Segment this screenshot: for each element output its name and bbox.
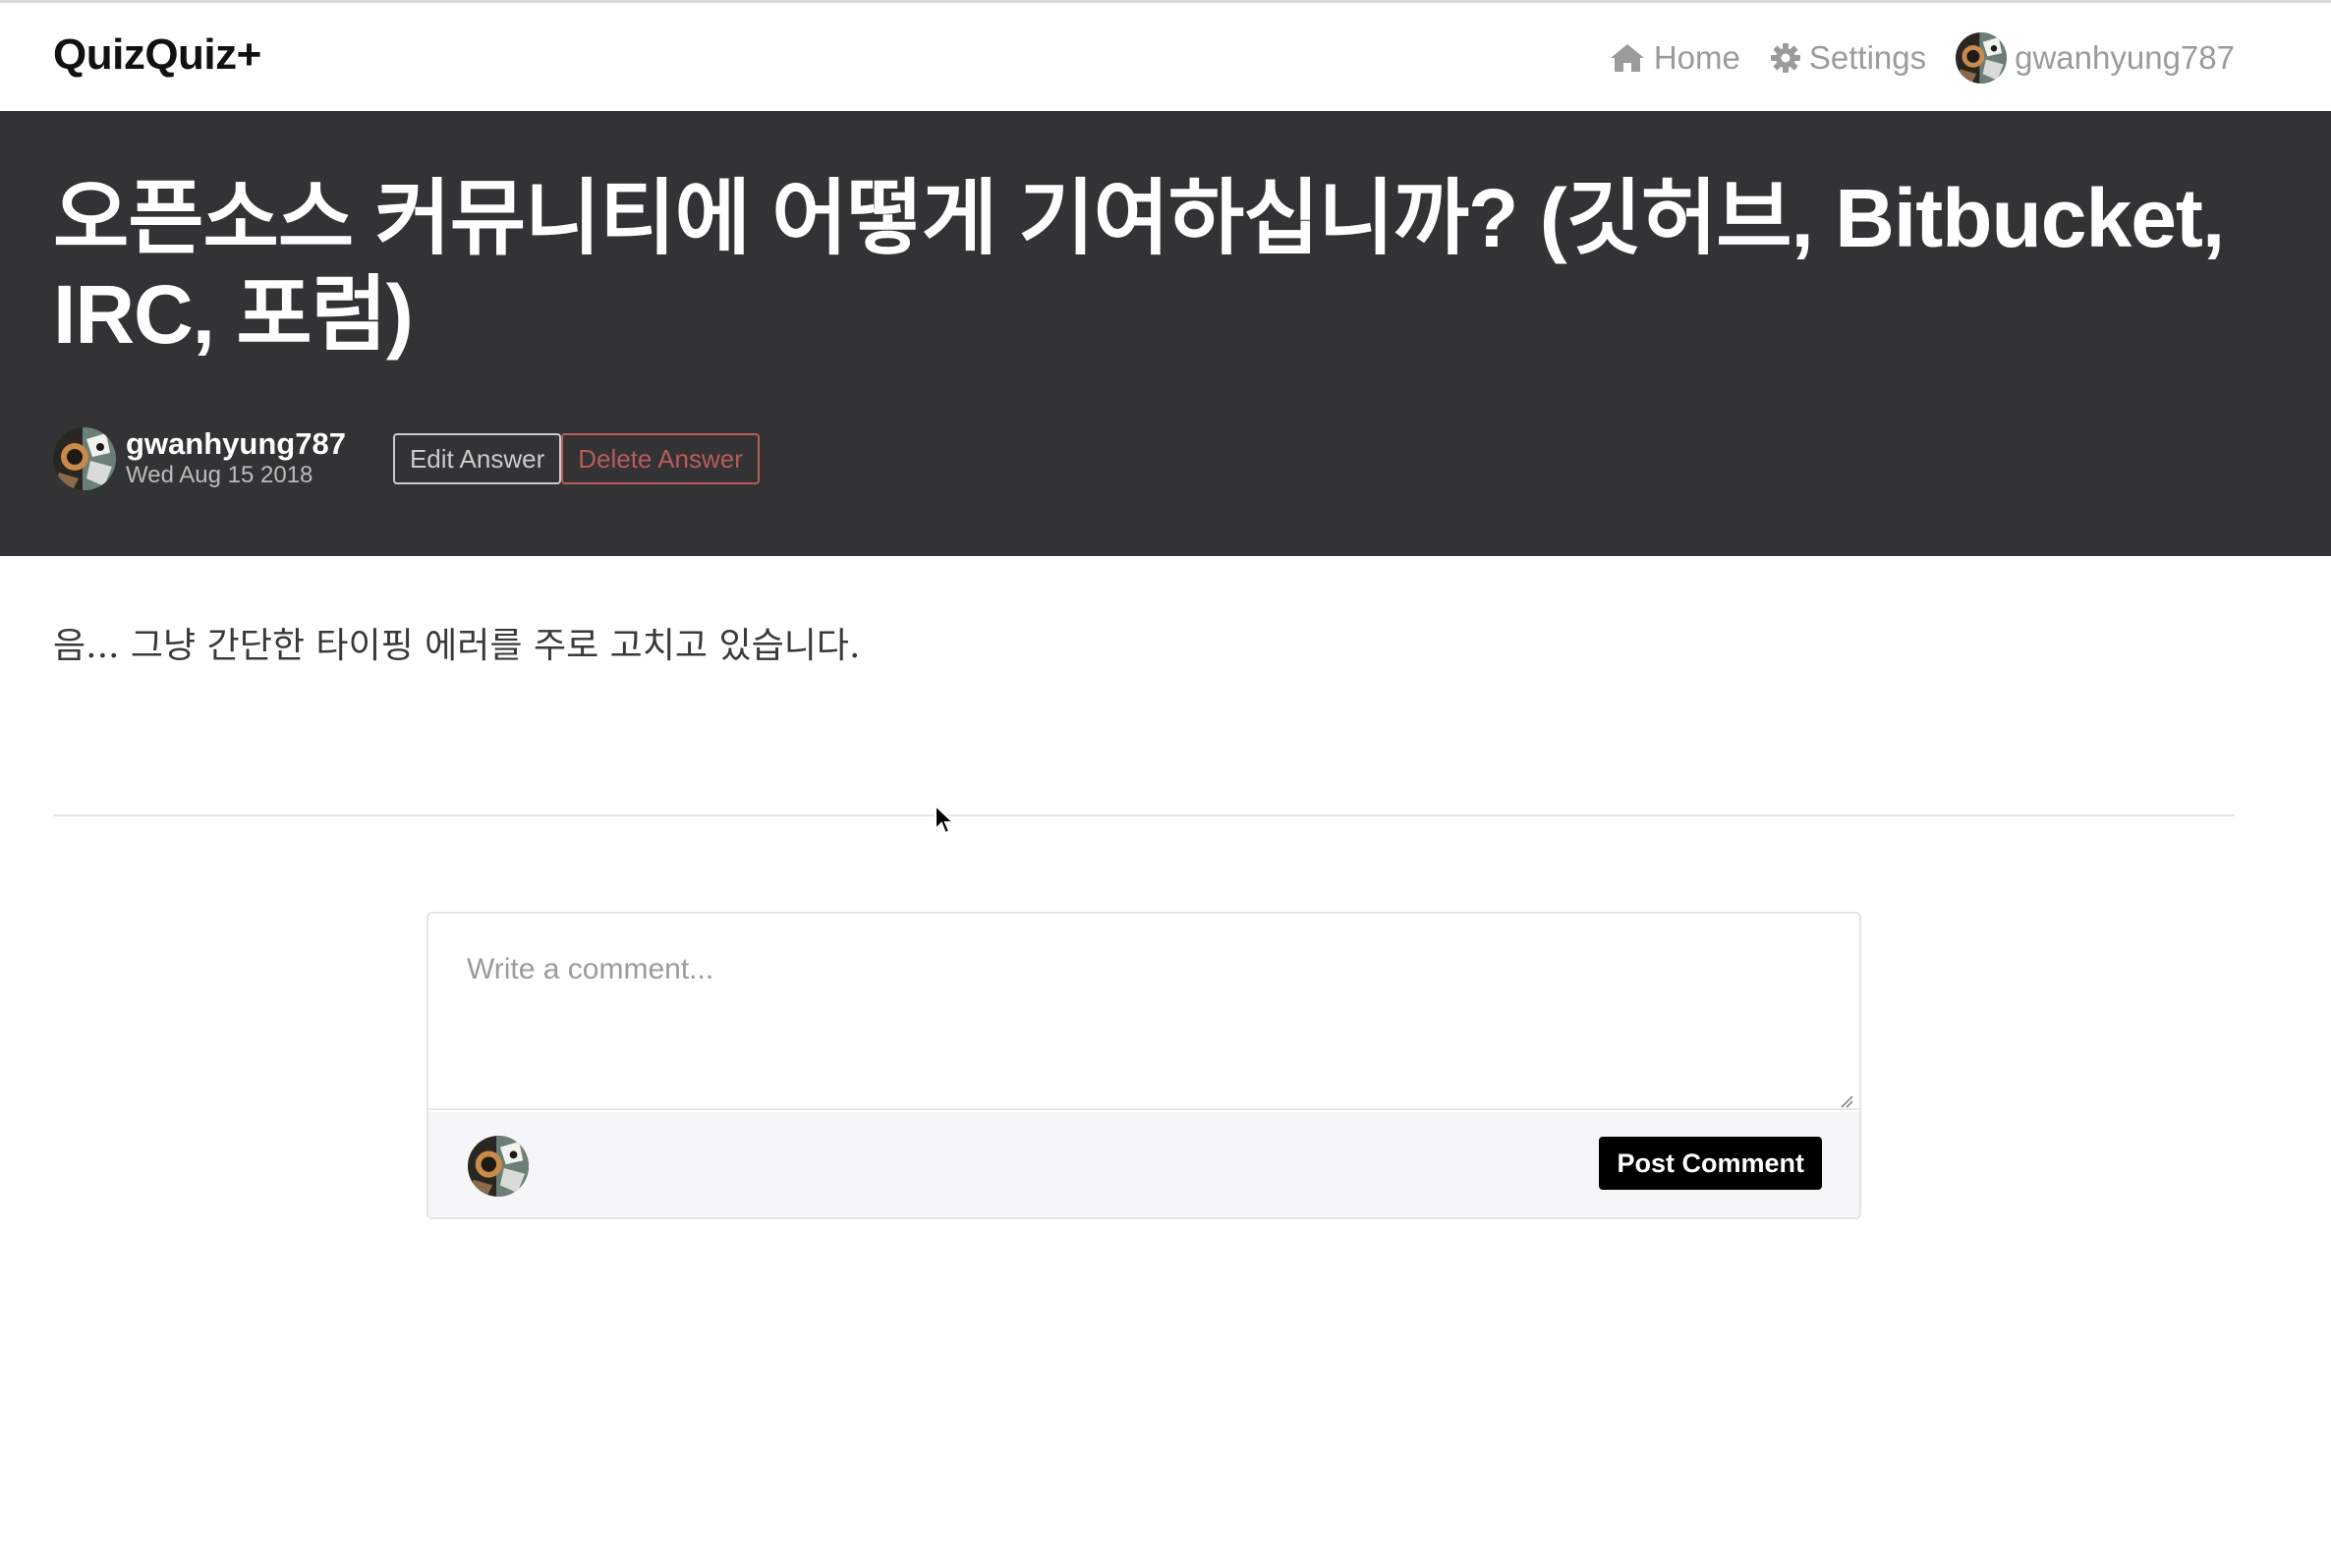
comment-form: Post Comment	[426, 912, 1861, 1219]
answer-body: 음... 그냥 간단한 타이핑 에러를 주로 고치고 있습니다.	[53, 626, 861, 666]
author-name[interactable]: gwanhyung787	[126, 427, 346, 461]
divider	[53, 814, 2235, 816]
top-navbar: QuizQuiz+ Home Settings gwanhyung787	[0, 0, 2331, 111]
mouse-cursor-icon	[935, 804, 955, 835]
brand-logo[interactable]: QuizQuiz+	[53, 30, 261, 80]
home-icon	[1610, 44, 1644, 72]
author-info: gwanhyung787 Wed Aug 15 2018	[126, 427, 346, 490]
page-title: 오픈소스 커뮤니티에 어떻게 기여하십니까? (깃허브, Bitbucket, …	[53, 172, 2225, 361]
post-date: Wed Aug 15 2018	[126, 462, 313, 488]
answer-banner: 오픈소스 커뮤니티에 어떻게 기여하십니까? (깃허브, Bitbucket, …	[0, 111, 2331, 556]
resize-handle-icon[interactable]	[1840, 1094, 1853, 1108]
nav-settings-label: Settings	[1808, 39, 1927, 76]
edit-answer-button[interactable]: Edit Answer	[392, 433, 562, 484]
nav-home-label: Home	[1653, 39, 1740, 76]
comment-footer: Post Comment	[428, 1112, 1859, 1217]
nav-home-link[interactable]: Home	[1609, 39, 1740, 77]
nav-links: Home Settings gwanhyung787	[1579, 32, 2235, 84]
author-meta: gwanhyung787 Wed Aug 15 2018 Edit Answer…	[53, 427, 760, 490]
nav-username: gwanhyung787	[2015, 39, 2235, 76]
avatar	[1956, 32, 2007, 84]
author-avatar[interactable]	[53, 427, 116, 490]
delete-answer-button[interactable]: Delete Answer	[561, 433, 760, 484]
gear-icon	[1770, 43, 1800, 73]
comment-input[interactable]	[428, 914, 1859, 1110]
post-comment-button[interactable]: Post Comment	[1599, 1137, 1822, 1190]
avatar	[468, 1136, 529, 1197]
nav-profile-link[interactable]: gwanhyung787	[1956, 32, 2235, 84]
nav-settings-link[interactable]: Settings	[1770, 39, 1926, 77]
